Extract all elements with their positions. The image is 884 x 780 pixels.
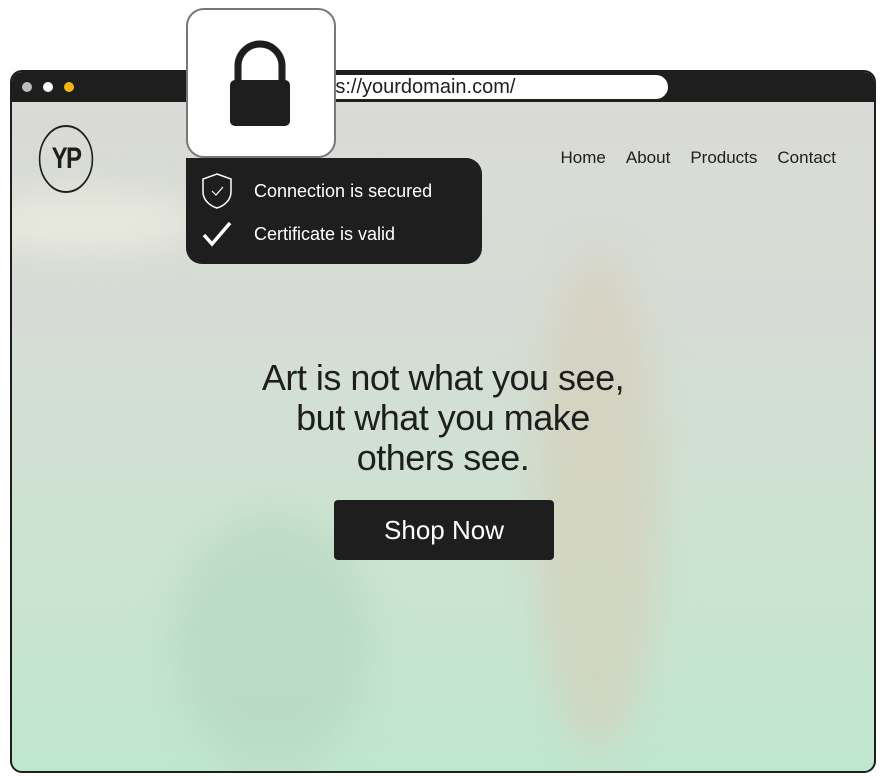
title-bar: https://yourdomain.com/ [12,72,874,102]
nav-products[interactable]: Products [690,148,757,168]
site-logo[interactable]: YP [38,125,94,193]
lock-icon [230,40,290,126]
security-label: Connection is secured [254,180,433,201]
window-dot-1[interactable] [22,82,32,92]
hero-line: others see. [356,437,530,478]
shop-now-button[interactable]: Shop Now [334,500,554,560]
hero-line: but what you make [296,397,590,438]
address-bar[interactable]: https://yourdomain.com/ [296,75,668,99]
nav-about[interactable]: About [626,148,670,168]
shield-check-icon [202,173,232,209]
nav-contact[interactable]: Contact [777,148,836,168]
window-dot-3[interactable] [64,82,74,92]
checkmark-icon [202,221,232,247]
nav-home[interactable]: Home [561,148,606,168]
hero-heading: Art is not what you see, but what you ma… [12,358,874,478]
lock-badge[interactable] [186,8,336,158]
hero-line: Art is not what you see, [261,357,625,398]
url-text: s://yourdomain.com/ [335,76,516,98]
site-nav: Home About Products Contact [561,148,836,168]
window-dot-2[interactable] [43,82,53,92]
security-popup: Connection is secured Certificate is val… [186,158,482,264]
security-label: Certificate is valid [254,223,396,244]
